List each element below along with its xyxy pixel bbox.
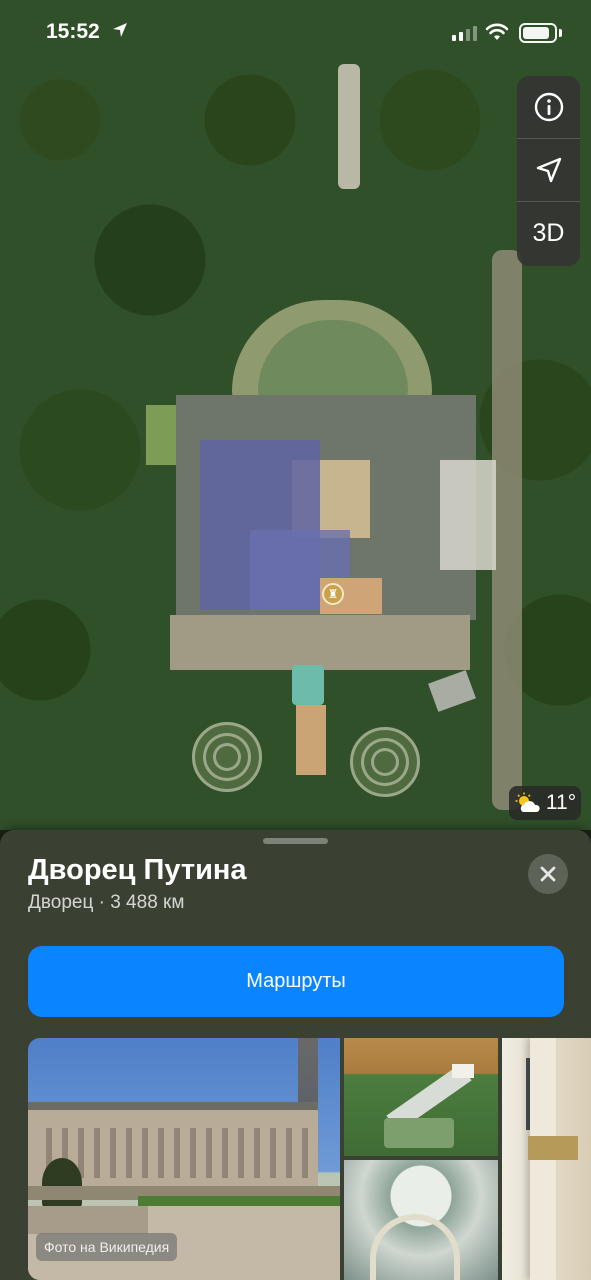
close-button[interactable] <box>528 854 568 894</box>
place-subtitle: Дворец · 3 488 км <box>28 892 185 913</box>
directions-button[interactable]: Маршруты <box>28 946 564 1017</box>
cellular-signal-icon <box>452 26 477 41</box>
photo-lawn <box>138 1196 340 1206</box>
photo-palace-exterior[interactable]: Фото на Википедия <box>28 1038 340 1280</box>
3d-label: 3D <box>532 219 565 247</box>
close-icon <box>540 866 556 882</box>
photo-interior-dome[interactable] <box>344 1160 498 1280</box>
partly-sunny-icon <box>515 792 540 812</box>
place-card: Дворец Путина Дворец · 3 488 км Маршруты… <box>0 830 591 1280</box>
photo-wall <box>28 1206 148 1234</box>
photo-gallery[interactable]: Фото на Википедия <box>28 1038 591 1280</box>
weather-temperature: 11° <box>545 791 577 814</box>
photo-arch <box>370 1214 460 1280</box>
info-button[interactable] <box>517 76 580 139</box>
photo-house <box>452 1064 474 1078</box>
battery-tip <box>559 29 562 37</box>
map-controls: 3D <box>517 76 580 266</box>
photo-garden <box>384 1118 454 1148</box>
map-maze <box>192 722 262 792</box>
info-icon <box>534 92 563 122</box>
map-road <box>492 250 522 810</box>
photo-credit[interactable]: Фото на Википедия <box>36 1233 178 1261</box>
map-road <box>338 64 360 189</box>
track-location-button[interactable] <box>517 139 580 202</box>
map-building <box>428 670 476 712</box>
satellite-map[interactable]: ♜ <box>0 0 591 830</box>
photo-garden-aerial[interactable] <box>344 1038 498 1156</box>
3d-toggle-button[interactable]: 3D <box>517 202 580 265</box>
map-terrace <box>170 615 470 670</box>
photo-interior-column[interactable] <box>502 1038 591 1280</box>
weather-badge: 11° <box>509 786 581 820</box>
map-maze <box>350 727 420 797</box>
photo-tree <box>42 1158 82 1208</box>
map-roof <box>440 460 496 570</box>
map-pool <box>292 665 324 705</box>
place-title: Дворец Путина <box>28 854 247 886</box>
wifi-icon <box>485 23 509 40</box>
battery-icon <box>519 23 557 43</box>
status-time: 15:52 <box>46 20 100 43</box>
castle-poi-icon[interactable]: ♜ <box>322 583 344 605</box>
photo-ornament <box>528 1136 578 1160</box>
sheet-grabber[interactable] <box>263 838 328 844</box>
location-arrow-icon <box>536 157 561 183</box>
map-path <box>296 705 326 775</box>
location-arrow-icon <box>113 23 127 37</box>
status-bar: 15:52 <box>0 0 591 64</box>
